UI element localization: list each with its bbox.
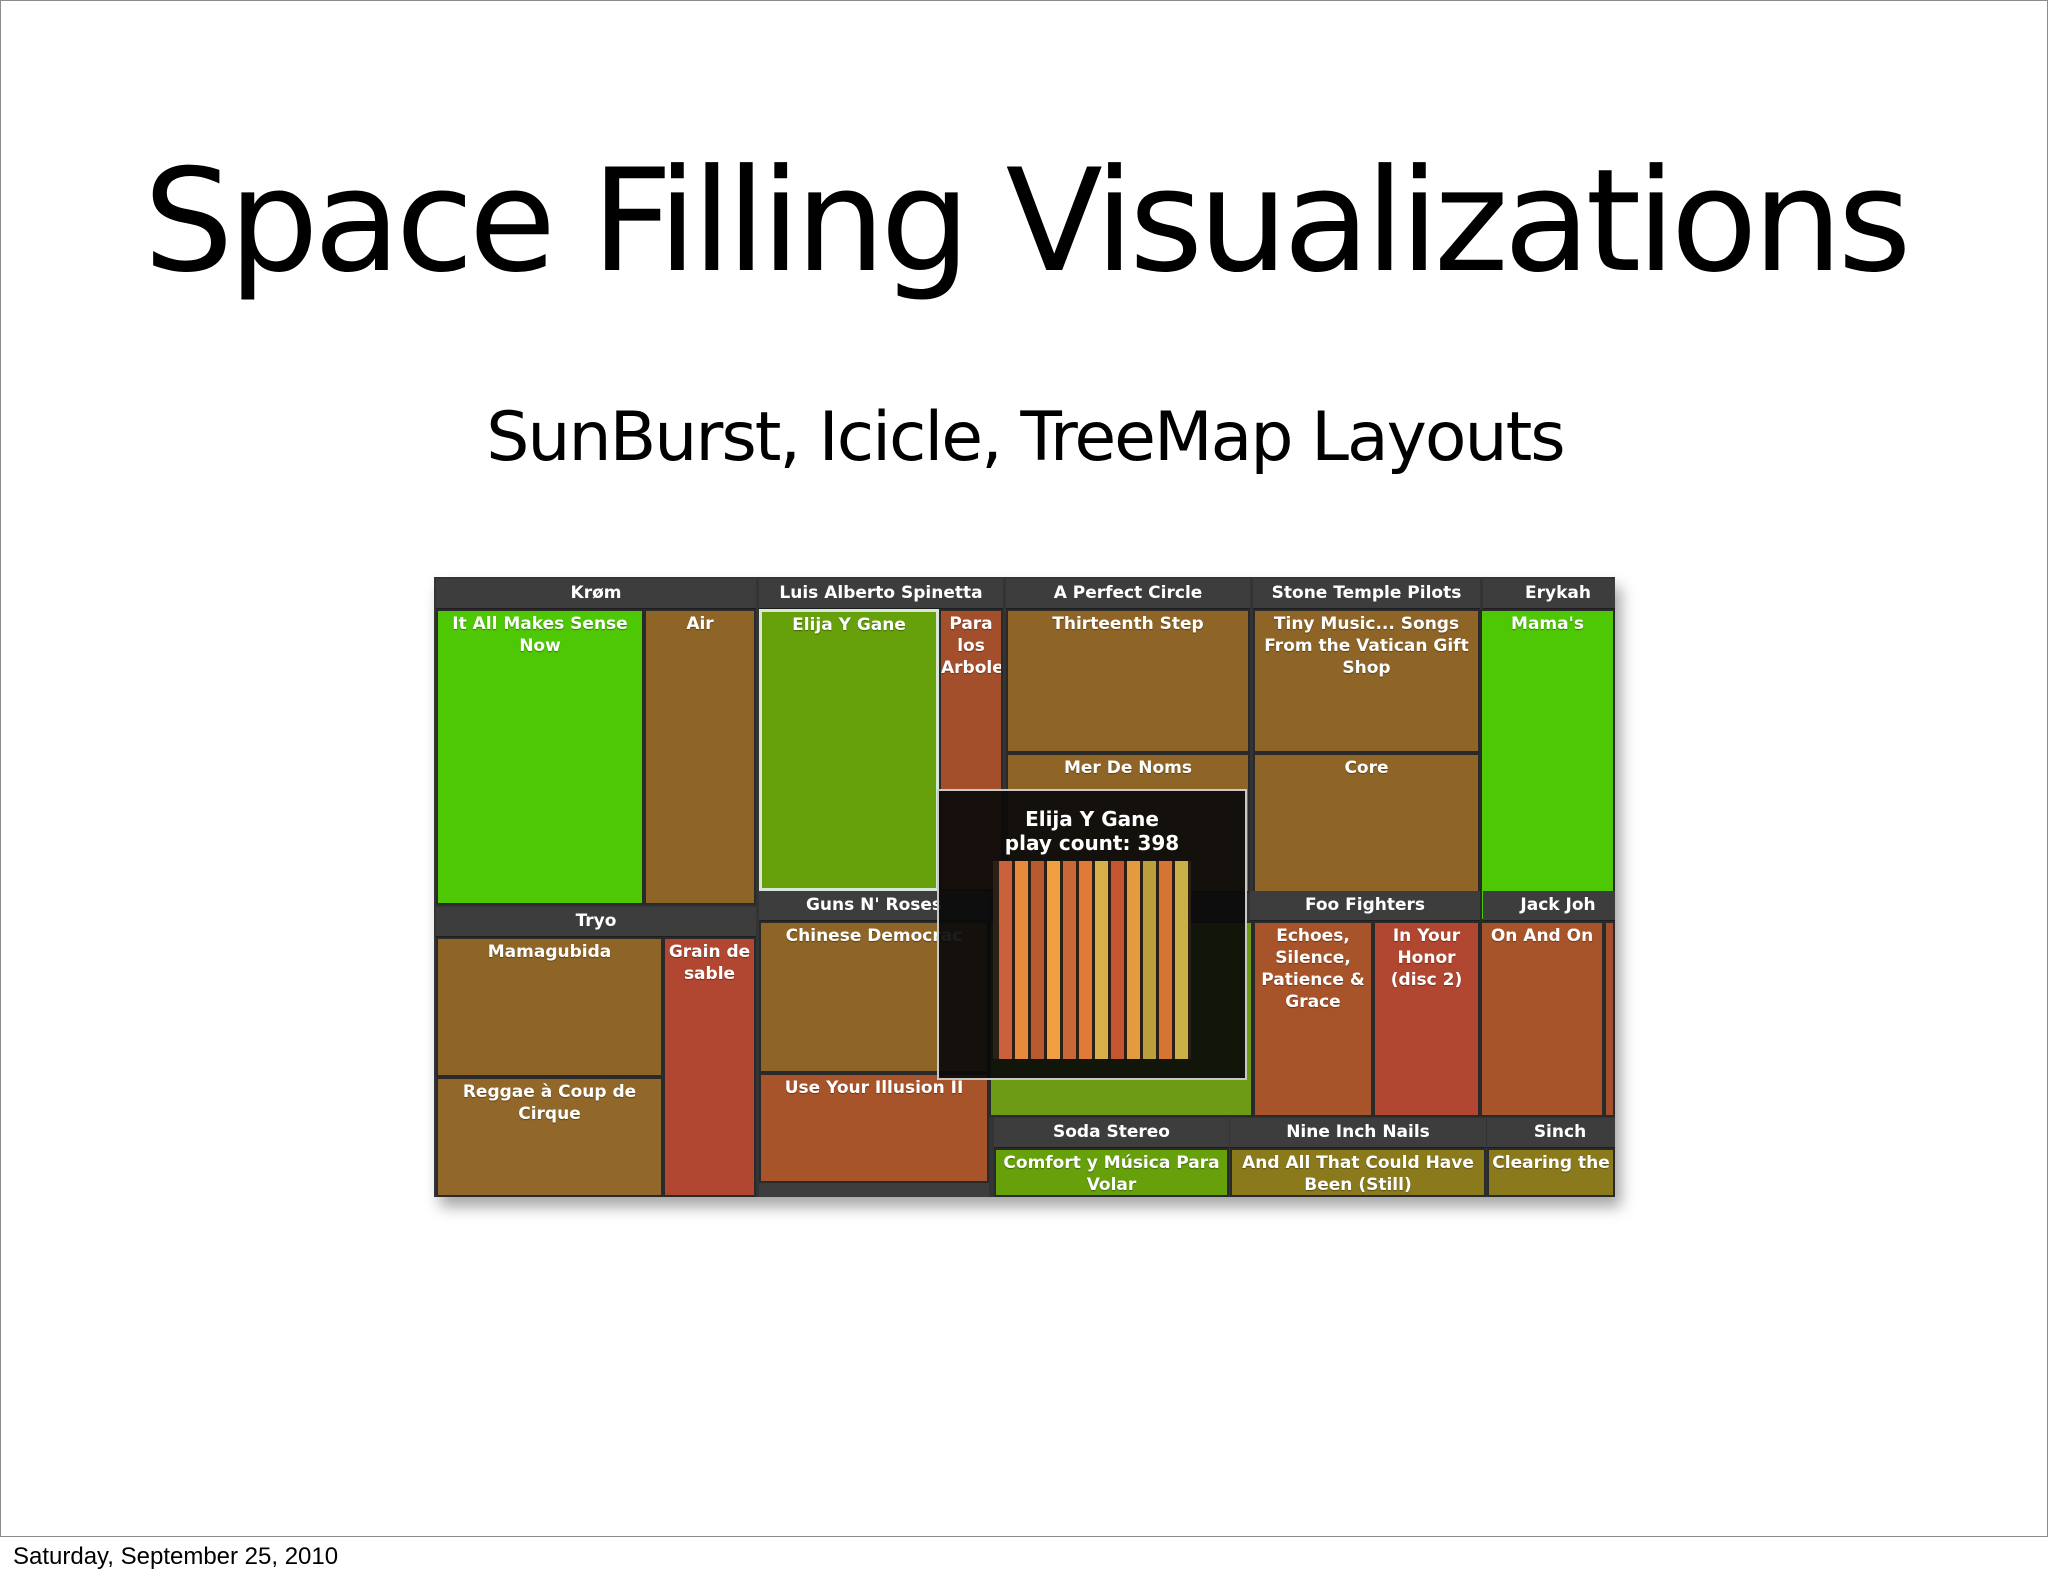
cell-thirteenth-step[interactable]: Thirteenth Step — [1006, 609, 1250, 753]
cell-elija-y-gane[interactable]: Elija Y Gane — [759, 609, 939, 891]
cell-comfort-y-musica[interactable]: Comfort y Música Para Volar — [994, 1148, 1229, 1197]
group-header-soda-stereo[interactable]: Soda Stereo — [994, 1118, 1229, 1148]
album-cover-image — [993, 861, 1191, 1059]
group-header-erykah[interactable]: Erykah — [1483, 579, 1615, 609]
cell-on-and-on[interactable]: On And On — [1480, 921, 1604, 1117]
group-header-krom[interactable]: Krøm — [436, 579, 756, 609]
cell-core[interactable]: Core — [1253, 753, 1480, 893]
group-header-nine-inch-nails[interactable]: Nine Inch Nails — [1230, 1118, 1486, 1148]
cell-jack-johnson-extra[interactable] — [1604, 921, 1615, 1117]
group-header-spinetta[interactable]: Luis Alberto Spinetta — [759, 579, 1003, 609]
group-header-stone-temple-pilots[interactable]: Stone Temple Pilots — [1253, 579, 1480, 609]
group-header-tryo[interactable]: Tryo — [436, 907, 756, 937]
group-header-perfect-circle[interactable]: A Perfect Circle — [1006, 579, 1250, 609]
tooltip-play-count: play count: 398 — [1004, 831, 1180, 855]
cell-it-all-makes-sense-now[interactable]: It All Makes Sense Now — [436, 609, 644, 905]
cell-reggae-a-coup[interactable]: Reggae à Coup de Cirque — [436, 1077, 663, 1197]
cell-mamas[interactable]: Mama's — [1480, 609, 1615, 921]
cell-clearing-the[interactable]: Clearing the — [1487, 1148, 1615, 1197]
slide-subtitle: SunBurst, Icicle, TreeMap Layouts — [486, 398, 1565, 477]
cell-grain-de-sable[interactable]: Grain de sable — [663, 937, 756, 1197]
cell-in-your-honor[interactable]: In Your Honor (disc 2) — [1373, 921, 1480, 1117]
treemap-tooltip: Elija Y Gane play count: 398 — [937, 789, 1247, 1080]
tooltip-title: Elija Y Gane — [1025, 807, 1159, 831]
group-header-jack-johnson[interactable]: Jack Joh — [1483, 891, 1615, 921]
group-header-foo-fighters[interactable]: Foo Fighters — [1250, 891, 1480, 921]
group-header-chris-cornell[interactable] — [759, 1183, 989, 1197]
cell-and-all-that-could-have-been[interactable]: And All That Could Have Been (Still) — [1230, 1148, 1486, 1197]
cell-use-your-illusion[interactable]: Use Your Illusion II — [759, 1073, 989, 1183]
slide-title: Space Filling Visualizations — [143, 139, 1911, 304]
slide: Space Filling Visualizations SunBurst, I… — [0, 0, 2048, 1570]
slide-footer-date: Saturday, September 25, 2010 — [13, 1543, 339, 1570]
cell-mamagubida[interactable]: Mamagubida — [436, 937, 663, 1077]
group-header-sinch[interactable]: Sinch — [1487, 1118, 1615, 1148]
cell-echoes-silence[interactable]: Echoes, Silence, Patience & Grace — [1253, 921, 1373, 1117]
cell-tiny-music[interactable]: Tiny Music... Songs From the Vatican Gif… — [1253, 609, 1480, 753]
cell-air[interactable]: Air — [644, 609, 756, 905]
